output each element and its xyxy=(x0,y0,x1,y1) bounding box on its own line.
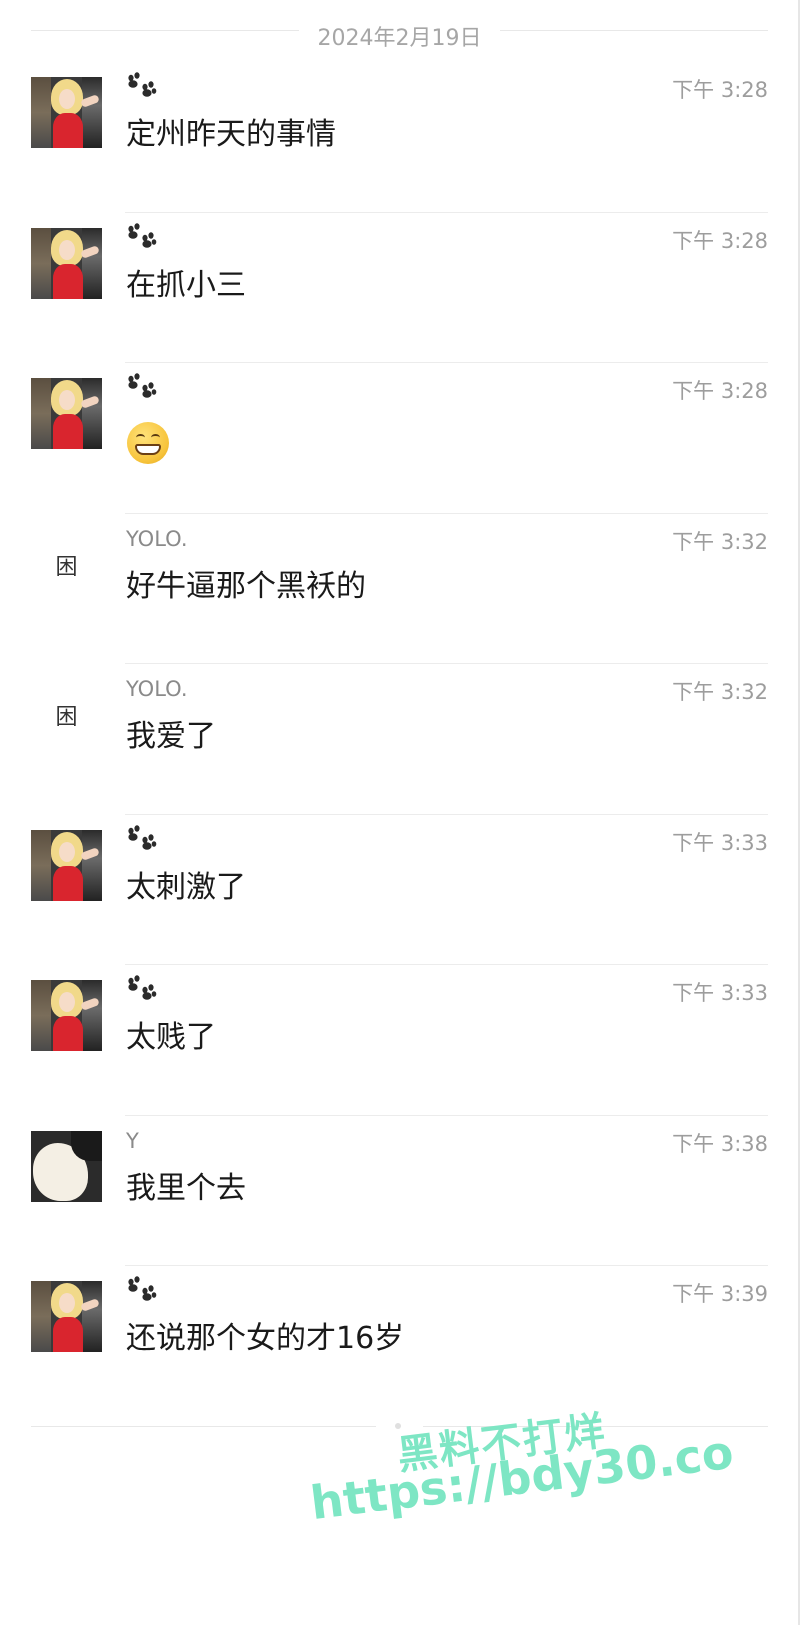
avatar[interactable] xyxy=(31,77,102,148)
avatar[interactable] xyxy=(31,227,102,299)
paw-icon xyxy=(126,373,158,403)
message-row[interactable]: Y 下午 3:38 我里个去 xyxy=(0,1116,800,1266)
date-divider: 2024年2月19日 xyxy=(31,14,768,51)
avatar-glyph: 困 xyxy=(55,554,78,580)
message-row[interactable]: 下午 3:33 太刺激了 xyxy=(0,815,800,965)
message-row[interactable]: 下午 3:28 在抓小三 xyxy=(0,213,800,363)
message-row[interactable]: 下午 3:33 太贱了 xyxy=(0,965,800,1116)
message-time: 下午 3:33 xyxy=(672,830,768,855)
date-label: 2024年2月19日 xyxy=(317,26,482,51)
avatar-glyph: 困 xyxy=(55,705,78,730)
avatar[interactable] xyxy=(31,1130,102,1202)
message-time: 下午 3:28 xyxy=(672,379,768,403)
message-time: 下午 3:33 xyxy=(672,981,768,1005)
message-row[interactable]: 下午 3:28 xyxy=(0,363,800,514)
paw-icon xyxy=(126,975,158,1005)
message-list: 下午 3:28 定州昨天的事情 下午 3:28 在抓小三 下午 3:28 困 YOLO. 下午… xyxy=(0,62,800,1417)
message-time: 下午 3:28 xyxy=(672,78,768,102)
message-text: 太贱了 xyxy=(126,1020,216,1055)
message-text: 我爱了 xyxy=(126,719,216,754)
grinning-face-emoji-icon xyxy=(127,422,169,464)
paw-icon xyxy=(126,1276,158,1306)
message-text: 好牛逼那个黑袄的 xyxy=(126,568,366,604)
message-row[interactable]: 困 YOLO. 下午 3:32 好牛逼那个黑袄的 xyxy=(0,514,800,664)
paw-icon xyxy=(126,222,158,253)
message-time: 下午 3:39 xyxy=(672,1282,768,1306)
paw-icon xyxy=(126,824,158,855)
avatar[interactable]: 困 xyxy=(31,528,102,600)
avatar[interactable] xyxy=(31,980,102,1051)
message-text: 我里个去 xyxy=(126,1170,246,1206)
avatar[interactable] xyxy=(31,1281,102,1352)
message-row[interactable]: 困 YOLO. 下午 3:32 我爱了 xyxy=(0,664,800,815)
avatar[interactable] xyxy=(31,829,102,901)
message-text: 太刺激了 xyxy=(126,869,246,905)
sender-name: YOLO. xyxy=(126,526,188,551)
divider-line xyxy=(500,30,768,31)
chat-history-page: 2024年2月19日 下午 3:28 定州昨天的事情 下午 3:28 在抓小三 下午 3… xyxy=(0,0,800,1625)
avatar[interactable] xyxy=(31,378,102,449)
message-row[interactable]: 下午 3:28 定州昨天的事情 xyxy=(0,62,800,213)
paw-icon xyxy=(126,72,158,102)
message-time: 下午 3:38 xyxy=(672,1131,768,1156)
avatar[interactable]: 困 xyxy=(31,679,102,750)
message-time: 下午 3:32 xyxy=(672,529,768,554)
message-time: 下午 3:28 xyxy=(672,228,768,253)
sender-name: YOLO. xyxy=(126,677,188,701)
message-time: 下午 3:32 xyxy=(672,680,768,704)
sender-name: Y xyxy=(126,1128,139,1153)
message-text: 在抓小三 xyxy=(126,267,246,303)
message-text: 定州昨天的事情 xyxy=(126,117,336,152)
message-text: 还说那个女的才16岁 xyxy=(126,1321,405,1356)
